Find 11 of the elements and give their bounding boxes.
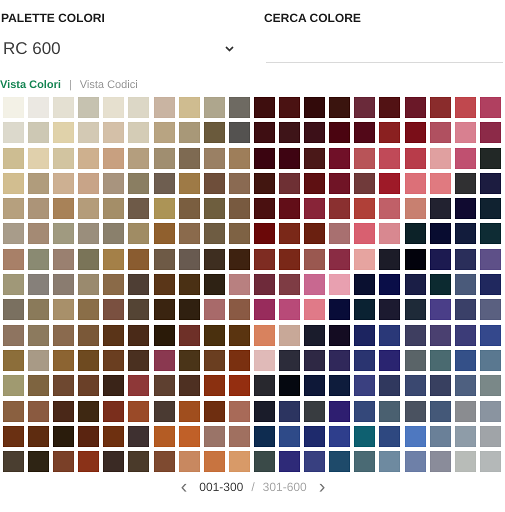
page-separator: / <box>251 480 255 494</box>
view-tab[interactable]: Vista Codici <box>80 79 138 91</box>
palette-label: PALETTE COLORI <box>1 11 106 27</box>
view-tab[interactable]: Vista Colori <box>0 79 61 91</box>
page-link[interactable]: 301-600 <box>262 480 307 494</box>
next-button[interactable]: › <box>314 479 330 496</box>
page-link[interactable]: 001-300 <box>199 480 244 494</box>
palette-select[interactable]: RC 600 <box>3 34 244 64</box>
view-separator: | <box>68 79 72 91</box>
previous-button[interactable]: ‹ <box>176 479 192 496</box>
search-label: CERCA COLORE <box>264 11 362 27</box>
